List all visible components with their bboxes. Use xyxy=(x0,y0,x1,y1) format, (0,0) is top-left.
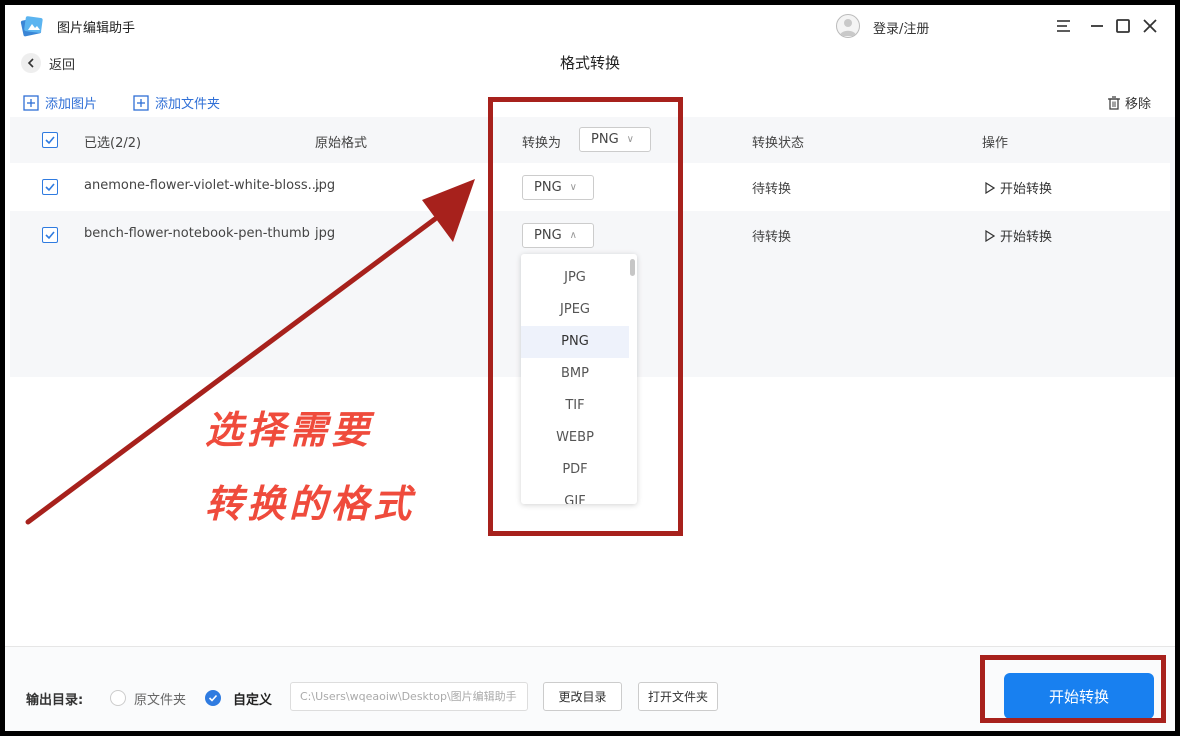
annotation-box-start xyxy=(980,655,1166,723)
radio-original-folder[interactable] xyxy=(110,690,126,706)
annotation-text-line2: 转换的格式 xyxy=(205,482,416,526)
annotation-box-format xyxy=(488,97,683,536)
radio-custom[interactable] xyxy=(205,690,221,706)
output-path-input[interactable]: C:\Users\wqeaoiw\Desktop\图片编辑助手 xyxy=(290,682,528,711)
open-folder-button[interactable]: 打开文件夹 xyxy=(638,682,718,711)
radio-original-label: 原文件夹 xyxy=(134,693,187,708)
radio-custom-label: 自定义 xyxy=(233,693,273,708)
output-dir-label: 输出目录: xyxy=(26,693,84,708)
change-dir-button[interactable]: 更改目录 xyxy=(543,682,622,711)
app-window: 图片编辑助手 登录/注册 返回 格式转换 添加图片 添加文件夹 移除 已选(2/… xyxy=(5,5,1175,731)
annotation-text-line1: 选择需要 xyxy=(205,408,374,452)
